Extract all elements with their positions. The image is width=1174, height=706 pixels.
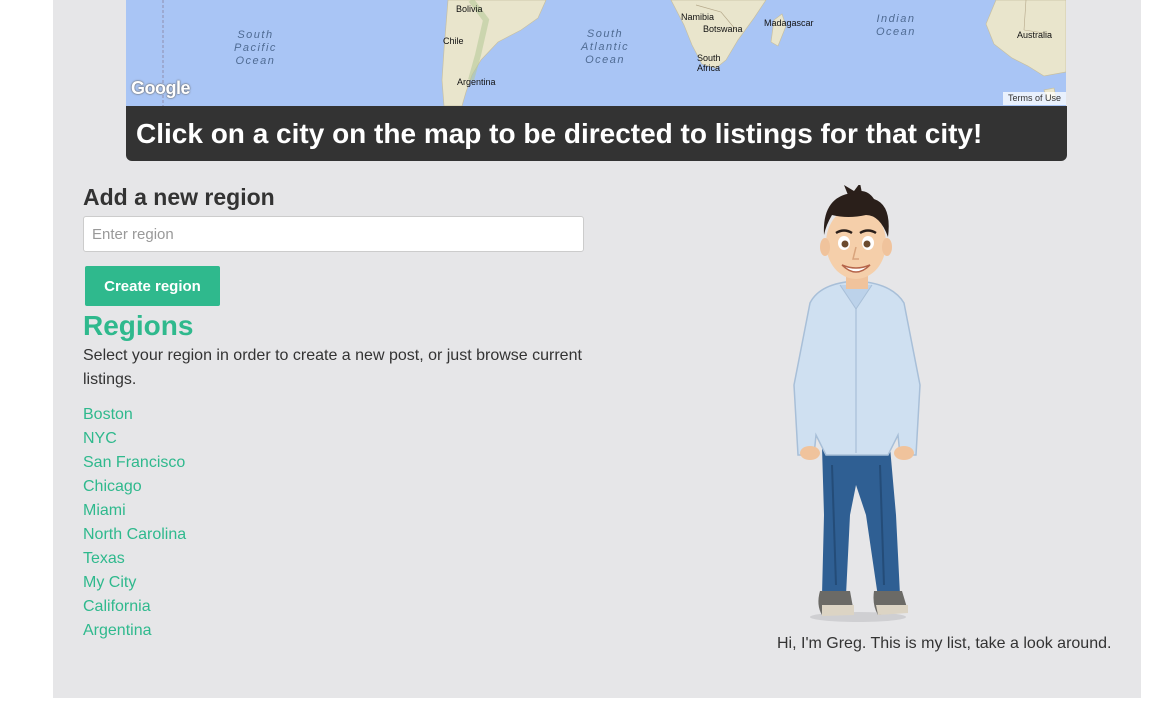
map-label-indian-ocean: Indian Ocean [876,13,916,38]
region-input[interactable] [83,216,584,252]
terms-of-use-link[interactable]: Terms of Use [1002,92,1066,105]
create-region-button[interactable]: Create region [85,266,220,306]
regions-description: Select your region in order to create a … [83,347,582,388]
region-link-chicago[interactable]: Chicago [83,475,186,499]
map-label-south-pacific-ocean: South Pacific Ocean [234,29,277,67]
greg-caption: Hi, I'm Greg. This is my list, take a lo… [777,635,1112,652]
region-link-california[interactable]: California [83,595,186,619]
region-link-miami[interactable]: Miami [83,499,186,523]
google-logo: Google [131,78,191,98]
map-label-namibia: Namibia [681,12,715,22]
map-label-madagascar: Madagascar [764,18,814,28]
map-label-south-africa: South Africa [697,53,721,73]
world-map[interactable]: Bolivia Chile Argentina Namibia Botswana… [126,0,1066,106]
map-label-australia: Australia [1017,30,1053,40]
regions-heading: Regions [83,310,194,341]
region-link-texas[interactable]: Texas [83,547,186,571]
region-link-argentina[interactable]: Argentina [83,619,186,643]
map-label-chile: Chile [443,36,464,46]
region-link-north-carolina[interactable]: North Carolina [83,523,186,547]
region-link-boston[interactable]: Boston [83,403,186,427]
greg-illustration [793,185,921,622]
map-instruction-banner: Click on a city on the map to be directe… [126,106,1067,161]
map-label-argentina: Argentina [457,77,496,87]
map-label-south-atlantic-ocean: South Atlantic Ocean [581,28,630,66]
region-link-san-francisco[interactable]: San Francisco [83,451,186,475]
add-region-heading: Add a new region [83,184,275,210]
map-label-botswana: Botswana [703,24,743,34]
region-link-nyc[interactable]: NYC [83,427,186,451]
region-list: Boston NYC San Francisco Chicago Miami N… [83,403,186,643]
region-link-my-city[interactable]: My City [83,571,186,595]
map-label-bolivia: Bolivia [456,4,483,14]
